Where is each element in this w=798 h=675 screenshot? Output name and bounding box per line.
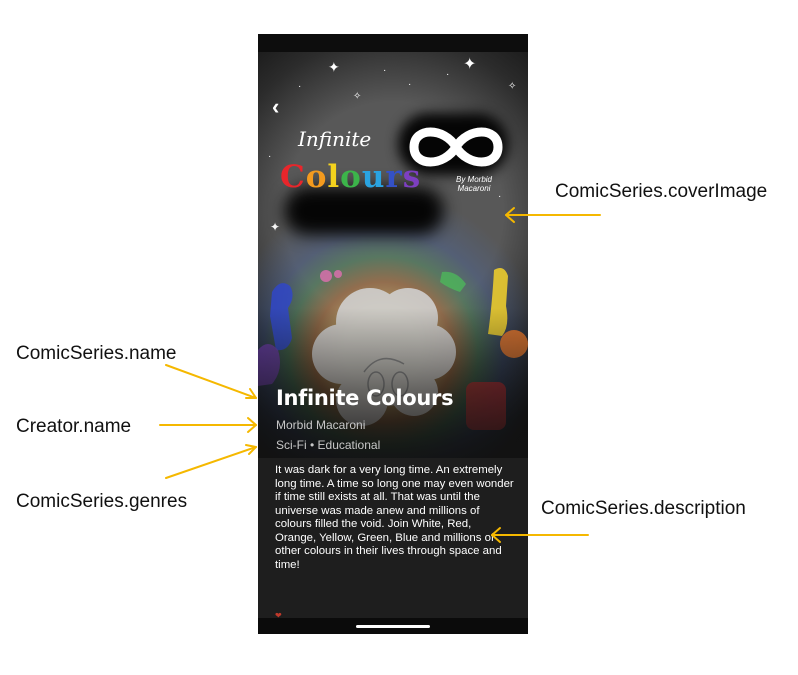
- annotation-arrows: [159, 207, 601, 543]
- arrow-series-genres: [165, 446, 257, 479]
- arrow-series-name: [165, 364, 257, 399]
